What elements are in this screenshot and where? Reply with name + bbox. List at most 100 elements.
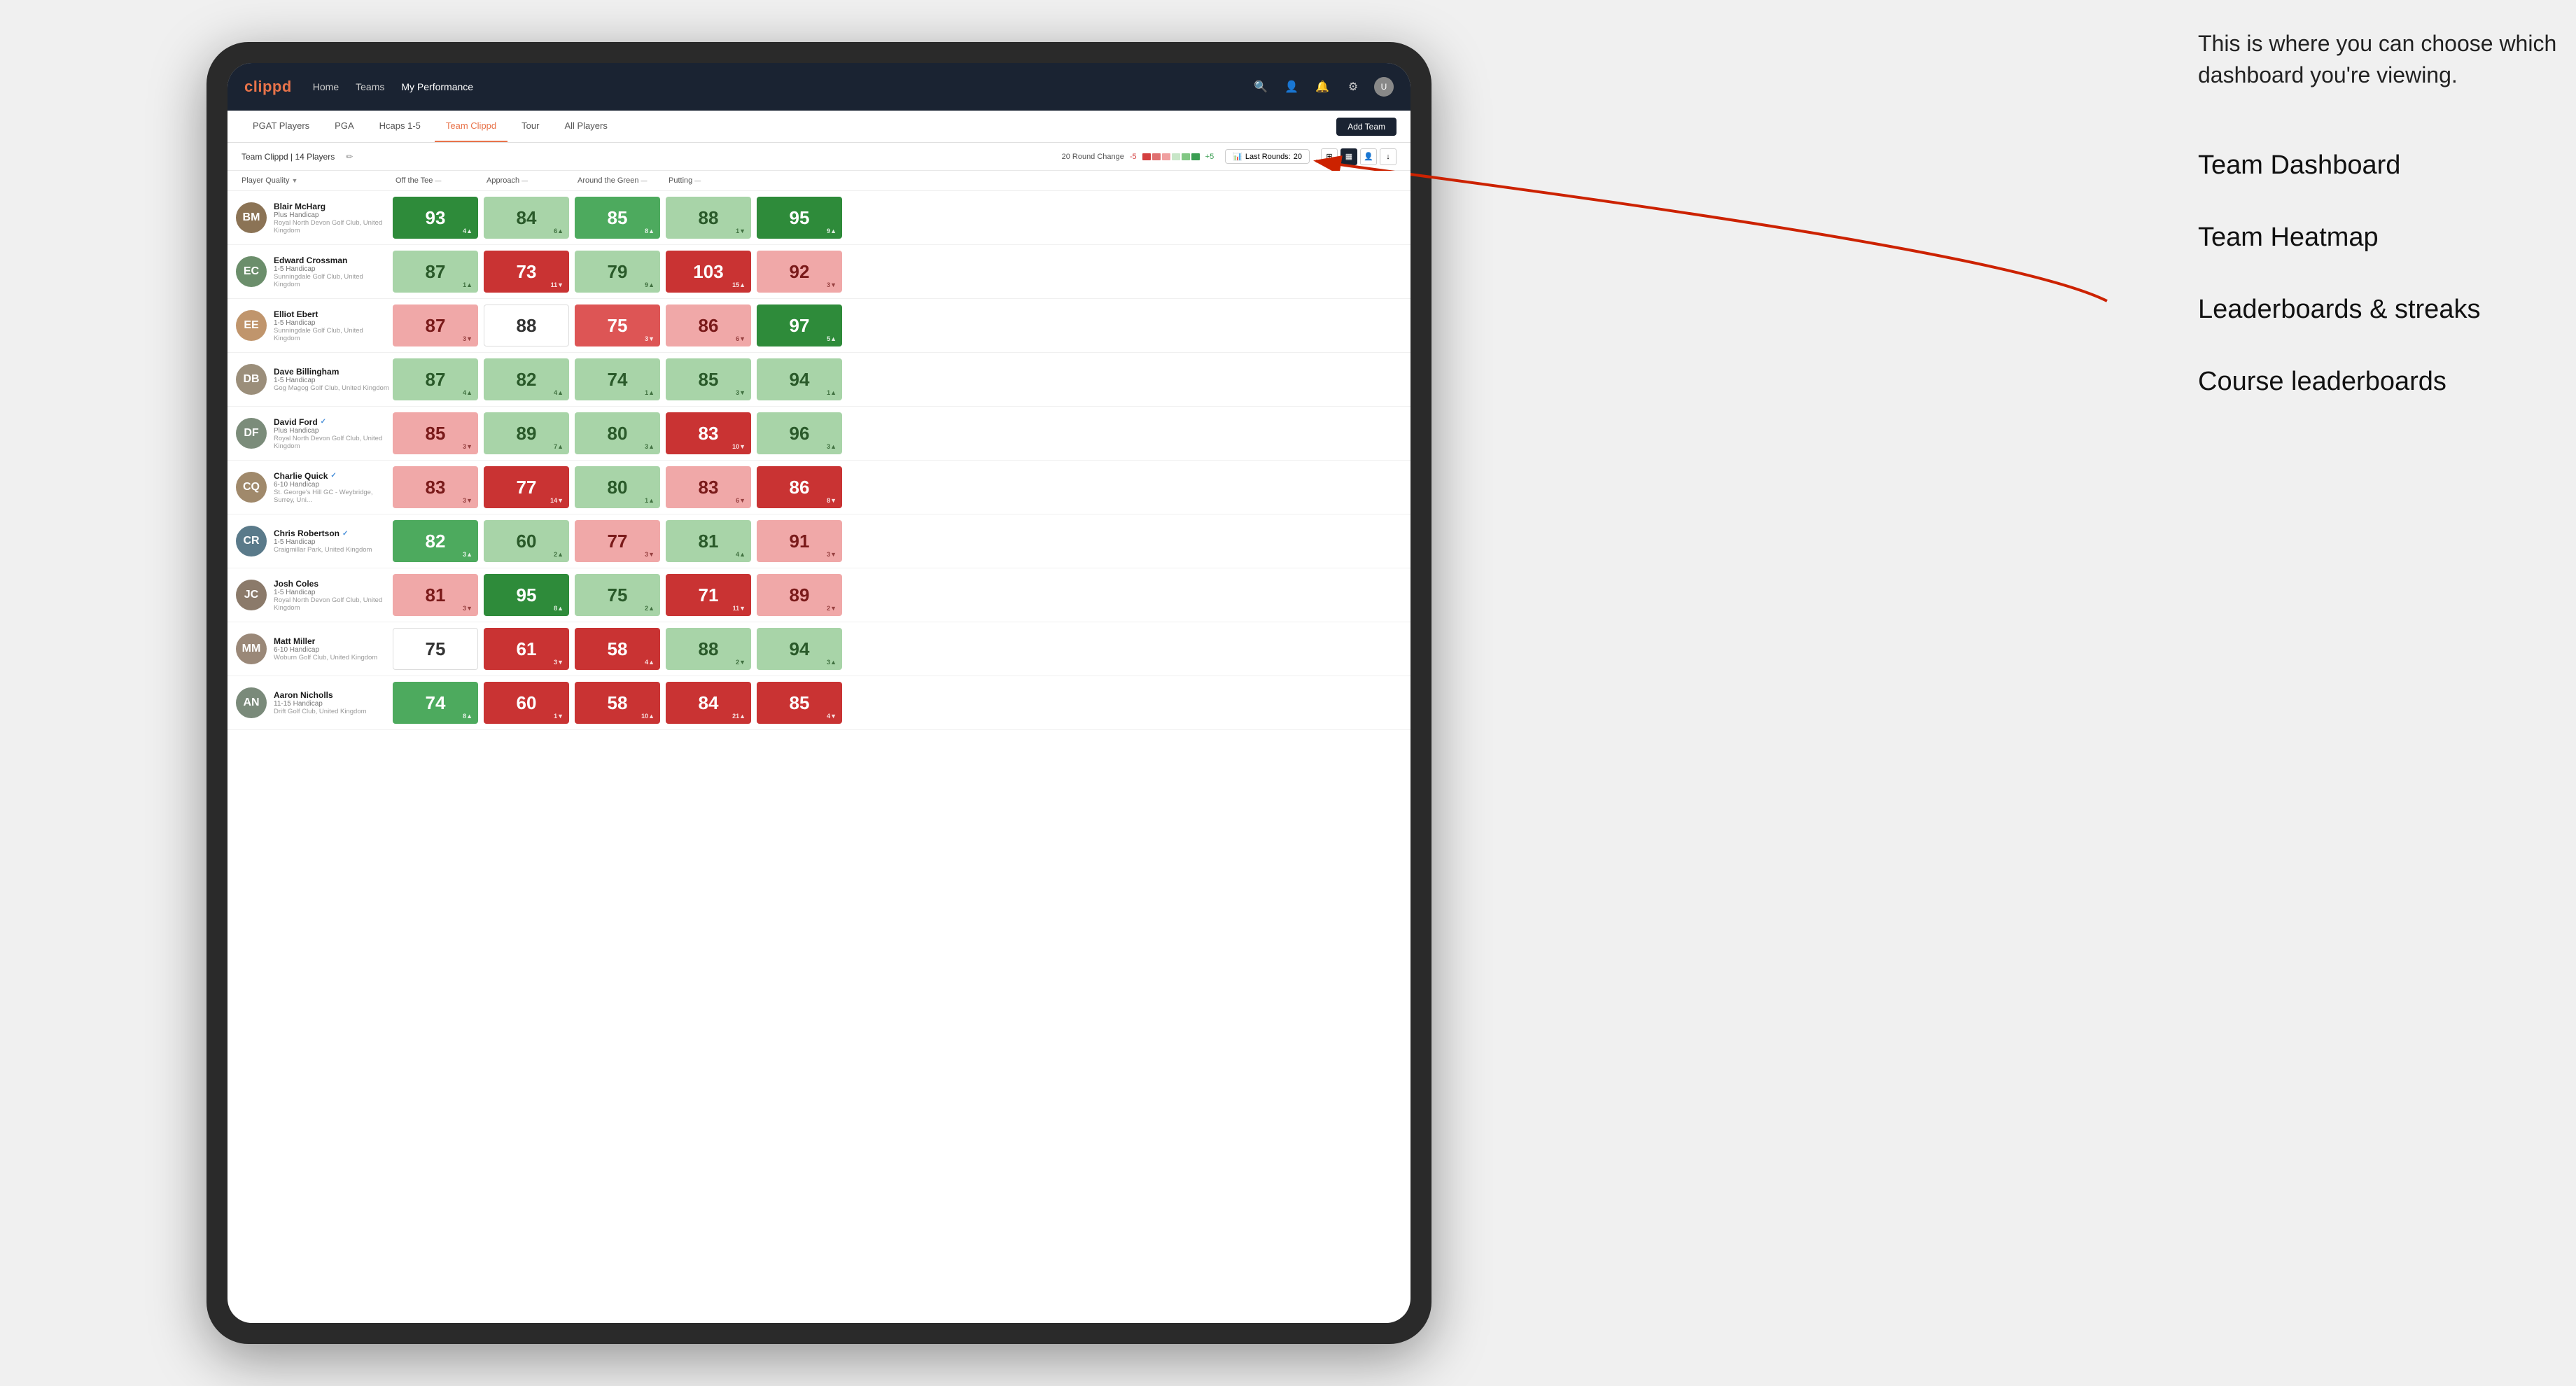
score-value: 97	[790, 315, 810, 337]
col-approach[interactable]: Approach —	[481, 174, 572, 188]
col-around-green[interactable]: Around the Green —	[572, 174, 663, 188]
player-details: Josh Coles1-5 HandicapRoyal North Devon …	[274, 579, 390, 612]
table-row: MMMatt Miller6-10 HandicapWoburn Golf Cl…	[227, 622, 1410, 676]
tab-hcaps[interactable]: Hcaps 1-5	[368, 111, 432, 142]
tab-team-clippd[interactable]: Team Clippd	[435, 111, 507, 142]
player-name: Edward Crossman	[274, 255, 390, 265]
avatar[interactable]: U	[1374, 77, 1394, 97]
score-delta: 8▼	[827, 497, 836, 504]
player-handicap: 6-10 Handicap	[274, 481, 390, 489]
player-info-3[interactable]: DBDave Billingham1-5 HandicapGog Magog G…	[236, 361, 390, 398]
tablet-frame: clippd Home Teams My Performance 🔍 👤 🔔 ⚙…	[206, 42, 1432, 1344]
player-info-6[interactable]: CRChris Robertson✓1-5 HandicapCraigmilla…	[236, 523, 390, 559]
main-content: Player Quality ▼ Off the Tee — Approach …	[227, 171, 1410, 1323]
column-headers: Player Quality ▼ Off the Tee — Approach …	[227, 171, 1410, 191]
player-club: Royal North Devon Golf Club, United King…	[274, 219, 390, 234]
col-off-tee[interactable]: Off the Tee —	[390, 174, 481, 188]
score-value: 81	[699, 531, 719, 552]
player-info-4[interactable]: DFDavid Ford✓Plus HandicapRoyal North De…	[236, 414, 390, 453]
avatar: DB	[236, 364, 267, 395]
player-info-8[interactable]: MMMatt Miller6-10 HandicapWoburn Golf Cl…	[236, 631, 390, 667]
nav-teams[interactable]: Teams	[356, 78, 384, 95]
score-delta: 11▼	[551, 281, 564, 288]
nav-home[interactable]: Home	[313, 78, 339, 95]
player-handicap: 1-5 Handicap	[274, 538, 372, 546]
score-value: 83	[426, 477, 446, 498]
score-value: 60	[517, 692, 537, 714]
score-cell-9-4: 85 4▼	[757, 682, 842, 724]
grid-view-btn[interactable]: ⊞	[1321, 148, 1338, 165]
score-value: 103	[693, 261, 723, 283]
score-delta: 2▲	[645, 605, 654, 612]
score-value: 95	[517, 584, 537, 606]
search-icon[interactable]: 🔍	[1251, 77, 1270, 97]
player-info-7[interactable]: JCJosh Coles1-5 HandicapRoyal North Devo…	[236, 576, 390, 615]
person-view-btn[interactable]: 👤	[1360, 148, 1377, 165]
score-cell-3-0: 874▲	[393, 358, 478, 400]
last-rounds-button[interactable]: 📊 Last Rounds: 20	[1225, 149, 1310, 164]
heatmap-view-btn[interactable]: ▦	[1340, 148, 1357, 165]
top-nav: clippd Home Teams My Performance 🔍 👤 🔔 ⚙…	[227, 63, 1410, 111]
change-neg: -5	[1130, 153, 1137, 161]
nav-my-performance[interactable]: My Performance	[401, 78, 473, 95]
score-cell-5-2: 801▲	[575, 466, 660, 508]
bell-icon[interactable]: 🔔	[1312, 77, 1332, 97]
change-pos: +5	[1205, 153, 1214, 161]
avatar: EE	[236, 310, 267, 341]
score-delta: 3▲	[827, 443, 836, 450]
score-cell-5-1: 7714▼	[484, 466, 569, 508]
score-value: 94	[790, 369, 810, 391]
score-value: 75	[426, 638, 446, 660]
player-info-5[interactable]: CQCharlie Quick✓6-10 HandicapSt. George'…	[236, 468, 390, 507]
score-delta: 4▲	[554, 389, 564, 396]
annotation-leaderboards: Leaderboards & streaks	[2198, 291, 2562, 328]
user-icon[interactable]: 👤	[1282, 77, 1301, 97]
player-info-1[interactable]: ECEdward Crossman1-5 HandicapSunningdale…	[236, 253, 390, 291]
logo: clippd	[244, 78, 292, 96]
player-details: Elliot Ebert1-5 HandicapSunningdale Golf…	[274, 309, 390, 342]
score-value: 82	[517, 369, 537, 391]
score-value: 61	[517, 638, 537, 660]
score-delta: 1▼	[736, 227, 746, 234]
score-delta: 4▼	[827, 713, 836, 720]
annotation-area: This is where you can choose which dashb…	[2198, 28, 2562, 400]
player-club: Royal North Devon Golf Club, United King…	[274, 596, 390, 612]
score-value: 92	[790, 261, 810, 283]
table-row: CQCharlie Quick✓6-10 HandicapSt. George'…	[227, 461, 1410, 514]
edit-icon[interactable]: ✏	[346, 152, 353, 162]
player-info-2[interactable]: EEElliot Ebert1-5 HandicapSunningdale Go…	[236, 307, 390, 345]
score-delta: 4▲	[736, 551, 746, 558]
tab-all-players[interactable]: All Players	[553, 111, 618, 142]
score-delta: 6▲	[554, 227, 564, 234]
score-value: 88	[517, 315, 537, 337]
add-team-button[interactable]: Add Team	[1336, 118, 1396, 136]
avatar: BM	[236, 202, 267, 233]
score-delta: 3▼	[463, 443, 472, 450]
score-value: 85	[790, 692, 810, 714]
score-value: 58	[608, 692, 628, 714]
player-info-0[interactable]: BMBlair McHargPlus HandicapRoyal North D…	[236, 199, 390, 237]
col-player-quality[interactable]: Player Quality ▼	[236, 174, 390, 188]
score-cell-1-1: 73 11▼	[484, 251, 569, 293]
score-value: 73	[517, 261, 537, 283]
heatmap-legend	[1142, 153, 1200, 160]
score-cell-3-2: 741▲	[575, 358, 660, 400]
score-delta: 3▼	[827, 281, 836, 288]
player-handicap: 1-5 Handicap	[274, 589, 390, 596]
annotation-team-dashboard: Team Dashboard	[2198, 147, 2562, 184]
download-btn[interactable]: ↓	[1380, 148, 1396, 165]
score-cell-4-4: 963▲	[757, 412, 842, 454]
score-cell-1-3: 10315▲	[666, 251, 751, 293]
tab-tour[interactable]: Tour	[510, 111, 550, 142]
score-value: 60	[517, 531, 537, 552]
player-handicap: 1-5 Handicap	[274, 265, 390, 273]
player-name: Dave Billingham	[274, 367, 389, 377]
tab-pgat[interactable]: PGAT Players	[241, 111, 321, 142]
settings-icon[interactable]: ⚙	[1343, 77, 1363, 97]
player-info-9[interactable]: ANAaron Nicholls11-15 HandicapDrift Golf…	[236, 685, 390, 721]
col-putting[interactable]: Putting —	[663, 174, 754, 188]
score-delta: 3▼	[463, 605, 472, 612]
player-club: Sunningdale Golf Club, United Kingdom	[274, 273, 390, 288]
tab-pga[interactable]: PGA	[323, 111, 365, 142]
player-name: Charlie Quick✓	[274, 471, 390, 481]
